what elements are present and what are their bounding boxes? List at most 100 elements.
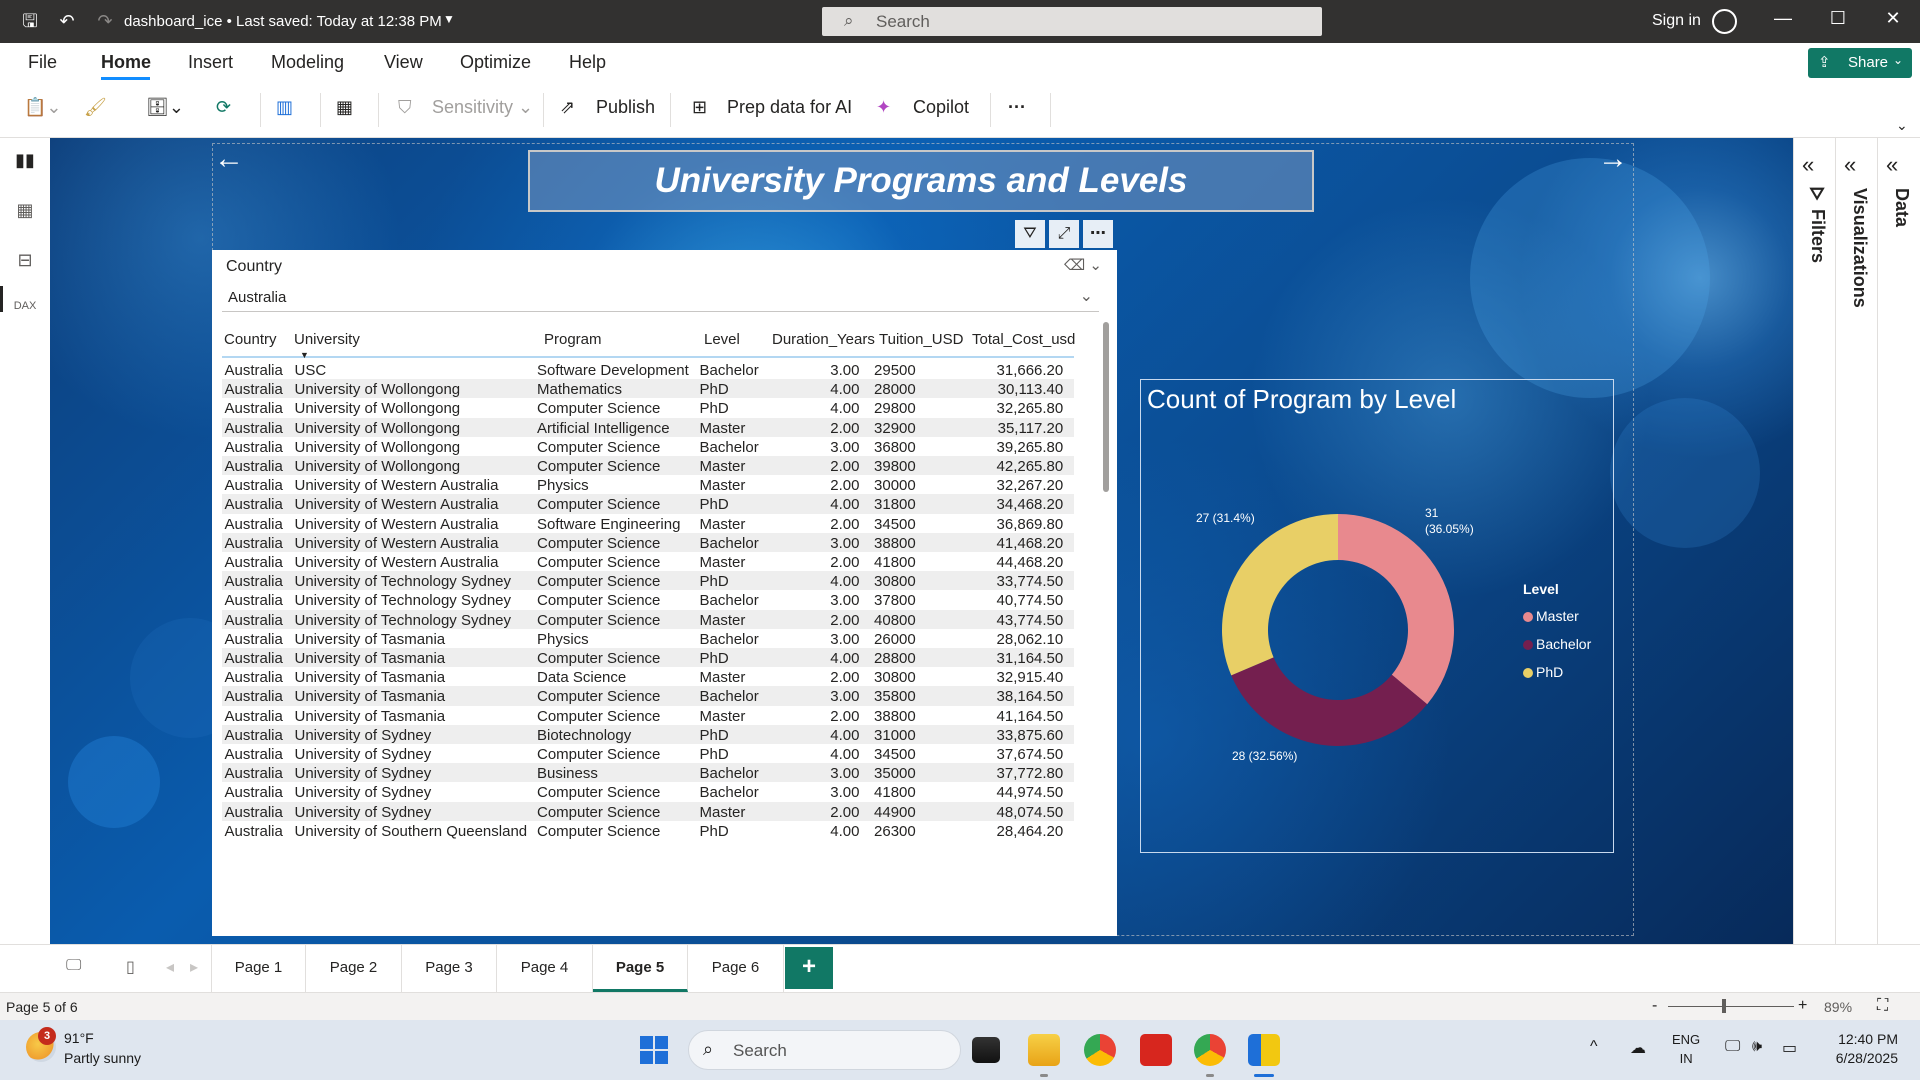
zoom-in-button[interactable]: +: [1798, 997, 1807, 1015]
column-header-tuition[interactable]: Tuition_USD: [879, 331, 963, 348]
network-icon[interactable]: 🖵: [1725, 1038, 1740, 1056]
forward-arrow-icon[interactable]: →: [1598, 142, 1628, 176]
table-row[interactable]: Australia University of Technology Sydney…: [222, 609, 1074, 629]
donut-chart-visual[interactable]: Count of Program by Level 31 (36.05%) 28 (…: [1140, 379, 1614, 853]
column-header-university[interactable]: University: [294, 331, 360, 348]
menu-home[interactable]: Home: [101, 52, 151, 73]
table-row[interactable]: Australia University of Technology Sydney…: [222, 571, 1074, 591]
page-tab-4[interactable]: Page 4: [497, 945, 593, 992]
battery-icon[interactable]: ▭: [1782, 1038, 1797, 1058]
slicer-clear-icon[interactable]: ⌫ ⌄: [1064, 256, 1102, 274]
expand-filters-icon[interactable]: «: [1802, 152, 1814, 178]
copilot-icon[interactable]: ✦: [876, 97, 891, 118]
search-box[interactable]: ⌕ Search: [822, 7, 1322, 36]
page-tab-5[interactable]: Page 5: [593, 945, 688, 992]
scroll-left-icon[interactable]: ◂: [166, 957, 174, 977]
data-pane-label[interactable]: Data: [1891, 188, 1912, 227]
visualizations-pane-label[interactable]: Visualizations: [1849, 188, 1870, 308]
share-button[interactable]: ⇪ Share ⌄: [1808, 48, 1912, 78]
copilot-button[interactable]: Copilot: [913, 97, 969, 118]
page-tab-6[interactable]: Page 6: [688, 945, 784, 992]
avatar-icon[interactable]: [1712, 9, 1737, 34]
minimize-icon[interactable]: —: [1768, 8, 1798, 29]
table-row[interactable]: Australia University of Wollongong Compute…: [222, 456, 1074, 476]
paste-icon[interactable]: 📋⌄: [24, 97, 62, 118]
weather-temperature[interactable]: 91°F: [64, 1030, 94, 1046]
table-row[interactable]: Australia University of Southern Queensla…: [222, 821, 1074, 840]
menu-optimize[interactable]: Optimize: [460, 52, 531, 73]
more-options-icon[interactable]: ⋯: [1083, 220, 1113, 248]
file-explorer-icon[interactable]: [1028, 1034, 1060, 1066]
page-tab-2[interactable]: Page 2: [306, 945, 402, 992]
desktop-layout-icon[interactable]: 🖵: [66, 957, 81, 975]
scroll-right-icon[interactable]: ▸: [190, 957, 198, 977]
table-row[interactable]: Australia University of Wollongong Compute…: [222, 437, 1074, 456]
volume-icon[interactable]: 🕪: [1752, 1038, 1762, 1056]
chrome-icon[interactable]: [1084, 1034, 1116, 1066]
expand-visualizations-icon[interactable]: «: [1844, 152, 1856, 178]
add-page-button[interactable]: +: [785, 947, 833, 989]
prep-data-button[interactable]: Prep data for AI: [727, 97, 852, 118]
table-row[interactable]: Australia University of Sydney Computer Sc…: [222, 782, 1074, 801]
menu-file[interactable]: File: [28, 52, 57, 73]
legend-item-bachelor[interactable]: Bachelor: [1523, 636, 1591, 652]
donut-slice-phd[interactable]: [1222, 514, 1338, 676]
donut-slice-master[interactable]: [1338, 514, 1454, 705]
collapse-ribbon-icon[interactable]: ⌄: [1896, 117, 1908, 134]
table-row[interactable]: Australia University of Tasmania Data Scie…: [222, 667, 1074, 686]
table-row[interactable]: Australia University of Western Australia…: [222, 494, 1074, 514]
maximize-icon[interactable]: ☐: [1823, 8, 1853, 29]
start-button[interactable]: [640, 1036, 668, 1064]
undo-icon[interactable]: ↶: [56, 10, 78, 32]
menu-modeling[interactable]: Modeling: [271, 52, 344, 73]
language-indicator[interactable]: ENG IN: [1672, 1030, 1700, 1068]
weather-description[interactable]: Partly sunny: [64, 1050, 141, 1066]
table-row[interactable]: Australia University of Tasmania Computer …: [222, 686, 1074, 706]
mobile-layout-icon[interactable]: ▯: [126, 957, 135, 977]
fit-to-page-icon[interactable]: ⛶: [1877, 997, 1888, 1015]
table-row[interactable]: Australia University of Western Australia…: [222, 552, 1074, 571]
sensitivity-button[interactable]: Sensitivity: [432, 97, 513, 118]
table-row[interactable]: Australia University of Western Australia…: [222, 532, 1074, 552]
table-row[interactable]: Australia University of Tasmania Computer …: [222, 706, 1074, 725]
zoom-out-button[interactable]: -: [1652, 997, 1657, 1015]
menu-insert[interactable]: Insert: [188, 52, 233, 73]
task-view-icon[interactable]: [972, 1037, 1000, 1063]
table-row[interactable]: Australia University of Wollongong Artific…: [222, 417, 1074, 437]
onedrive-icon[interactable]: ☁: [1630, 1038, 1646, 1058]
taskbar-search[interactable]: ⌕ Search: [688, 1030, 961, 1070]
sensitivity-icon[interactable]: ⛉: [398, 97, 412, 118]
back-arrow-icon[interactable]: ←: [214, 142, 244, 176]
table-row[interactable]: Australia University of Wollongong Mathema…: [222, 379, 1074, 399]
table-row[interactable]: Australia University of Tasmania Physics Ba…: [222, 629, 1074, 648]
country-slicer-dropdown[interactable]: Australia ⌄: [222, 282, 1099, 312]
page-tab-1[interactable]: Page 1: [211, 945, 306, 992]
legend-item-phd[interactable]: PhD: [1523, 664, 1563, 680]
sign-in-link[interactable]: Sign in: [1652, 12, 1701, 30]
more-options-button[interactable]: ···: [1008, 97, 1026, 118]
power-bi-icon[interactable]: [1248, 1034, 1280, 1066]
save-icon[interactable]: 🖫: [19, 10, 41, 32]
menu-help[interactable]: Help: [569, 52, 606, 73]
model-view-icon[interactable]: ⊟: [12, 250, 38, 274]
chevron-down-icon[interactable]: ⌄: [518, 97, 533, 118]
filters-pane-label[interactable]: ⛛ Filters: [1807, 186, 1828, 263]
publish-icon[interactable]: ⇗: [560, 97, 575, 118]
focus-mode-icon[interactable]: ⤢: [1049, 220, 1079, 248]
zoom-slider[interactable]: [1668, 1006, 1794, 1007]
refresh-icon[interactable]: ⟳: [216, 97, 231, 118]
legend-item-master[interactable]: Master: [1523, 608, 1579, 624]
acrobat-icon[interactable]: [1140, 1034, 1172, 1066]
table-row[interactable]: Australia University of Western Australia…: [222, 475, 1074, 494]
table-row[interactable]: Australia University of Tasmania Computer …: [222, 648, 1074, 668]
column-header-level[interactable]: Level: [704, 331, 740, 348]
report-view-icon[interactable]: ▮▮: [12, 150, 38, 174]
table-scrollbar[interactable]: [1103, 322, 1109, 492]
prep-data-icon[interactable]: ⊞: [692, 97, 707, 118]
column-header-duration[interactable]: Duration_Years: [772, 331, 875, 348]
table-row[interactable]: Australia University of Sydney Computer Sc…: [222, 744, 1074, 763]
system-clock[interactable]: 12:40 PM 6/28/2025: [1826, 1030, 1898, 1068]
table-row[interactable]: Australia University of Western Australia…: [222, 514, 1074, 533]
table-row[interactable]: Australia University of Sydney Biotechnolo…: [222, 724, 1074, 744]
zoom-level[interactable]: 89%: [1824, 999, 1852, 1015]
